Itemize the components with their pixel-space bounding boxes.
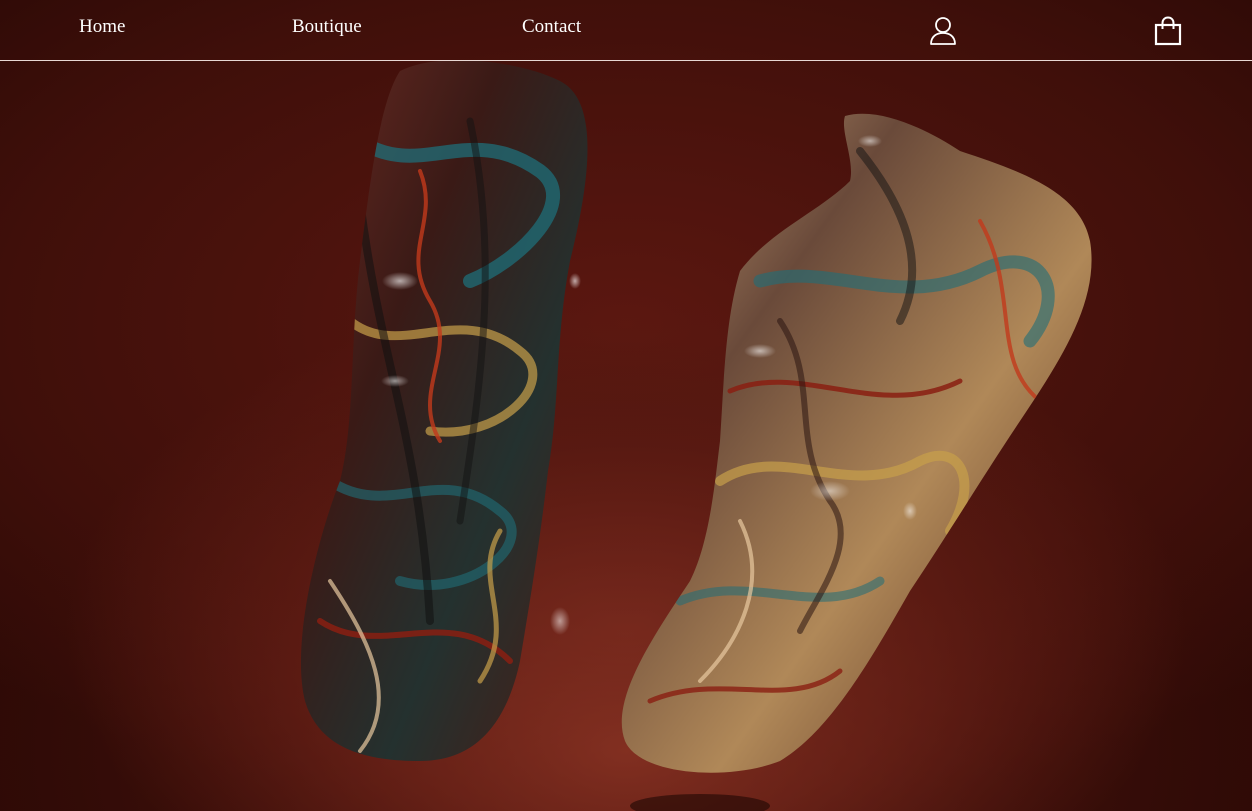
hero-banner	[0, 61, 1252, 811]
nav-boutique-link[interactable]: Boutique	[292, 16, 362, 38]
nav-home-link[interactable]: Home	[79, 16, 125, 38]
user-account-icon[interactable]	[929, 16, 957, 46]
floating-sneakers-image	[0, 61, 1252, 811]
page: Home Boutique Contact	[0, 0, 1252, 811]
shopping-bag-icon[interactable]	[1154, 16, 1182, 46]
nav-contact-link[interactable]: Contact	[522, 16, 581, 38]
top-navigation: Home Boutique Contact	[0, 0, 1252, 61]
